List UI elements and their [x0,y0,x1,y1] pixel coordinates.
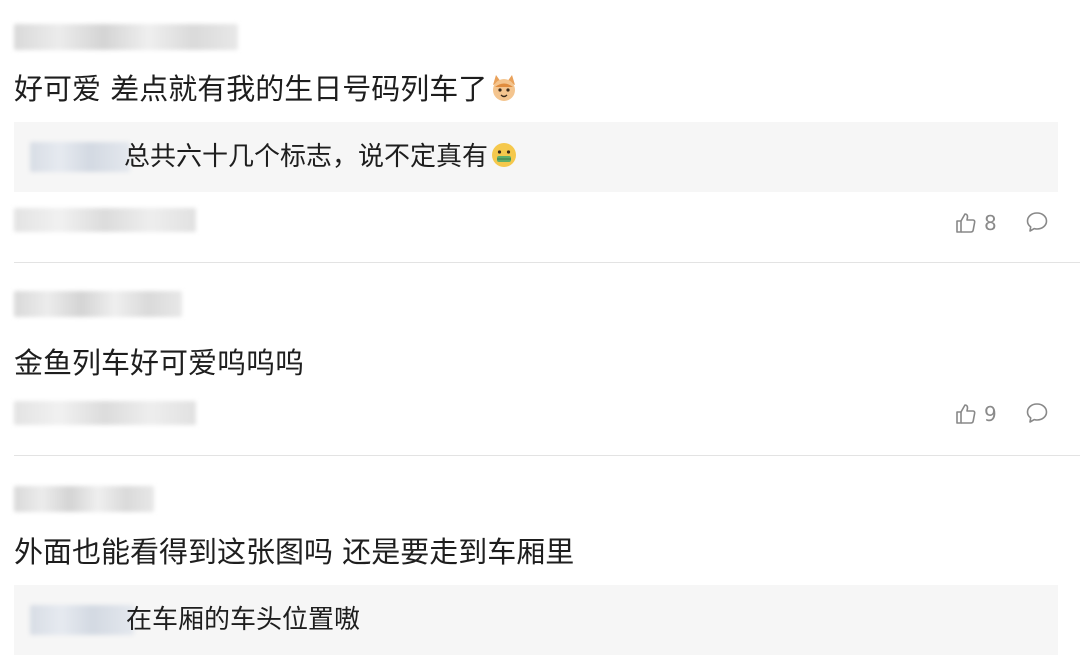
grimacing-face-emoji [490,141,518,178]
reply-text: 在车厢的车头位置嗷 [126,603,360,637]
thumbs-up-icon[interactable] [954,402,978,426]
comment-divider [14,262,1080,263]
blurred-username [14,291,182,317]
comment-body: 金鱼列车好可爱呜呜呜 [14,346,305,380]
blurred-comment-meta [14,401,196,425]
comment-text: 好可爱 差点就有我的生日号码列车了 [14,69,519,113]
cat-face-emoji [489,73,519,113]
like-count: 8 [984,211,997,235]
comment-text: 金鱼列车好可爱呜呜呜 [14,343,304,383]
like-count: 9 [984,402,997,426]
blurred-reply-username [30,142,130,172]
blurred-comment-meta [14,208,196,232]
reply-text: 总共六十几个标志，说不定真有 [124,140,518,178]
blurred-username [14,24,238,50]
blurred-username [14,486,154,512]
reply-box[interactable]: 总共六十几个标志，说不定真有 [14,122,1058,192]
comment-bubble-icon[interactable] [1025,401,1049,425]
thumbs-up-icon[interactable] [954,211,978,235]
reply-body: 总共六十几个标志，说不定真有 [124,142,489,172]
comment-body: 外面也能看得到这张图吗 还是要走到车厢里 [14,535,575,569]
comment-text: 外面也能看得到这张图吗 还是要走到车厢里 [14,532,574,572]
reply-body: 在车厢的车头位置嗷 [126,605,361,635]
reply-box[interactable]: 在车厢的车头位置嗷 [14,585,1058,655]
comment-body: 好可爱 差点就有我的生日号码列车了 [14,72,488,106]
blurred-reply-username [30,605,134,635]
comment-bubble-icon[interactable] [1025,210,1049,234]
comment-divider [14,455,1080,456]
